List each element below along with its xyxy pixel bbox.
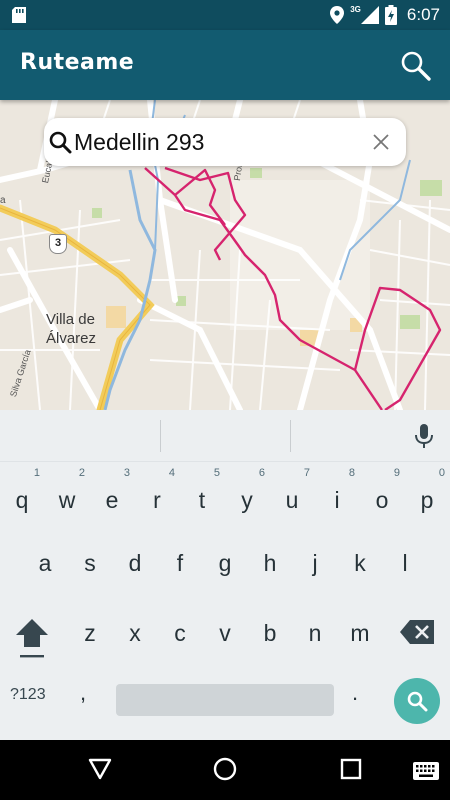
key-m[interactable]: m — [338, 605, 382, 661]
search-icon — [49, 131, 72, 154]
key-w[interactable]: 2w — [45, 467, 89, 528]
key-s[interactable]: s — [68, 535, 112, 591]
key-row-1: 1q2w3e4r5t6y7u8i9o0p — [0, 467, 450, 532]
suggestion-divider — [160, 420, 161, 452]
shift-icon[interactable] — [14, 617, 50, 661]
key-hint: 4 — [168, 467, 175, 479]
key-y[interactable]: 6y — [225, 467, 269, 528]
soft-keyboard: 1q2w3e4r5t6y7u8i9o0p asdfghjkl zxcvbnm ?… — [0, 410, 450, 740]
key-label: e — [105, 487, 119, 513]
key-hint: 9 — [393, 467, 400, 479]
key-label: y — [241, 487, 253, 513]
key-row-2: asdfghjkl — [0, 535, 450, 595]
key-label: p — [420, 487, 434, 513]
key-hint: 5 — [213, 467, 220, 479]
key-j[interactable]: j — [293, 535, 337, 591]
key-l[interactable]: l — [383, 535, 427, 591]
key-hint: 1 — [33, 467, 40, 479]
route-shield: 3 — [49, 234, 67, 254]
key-label: r — [153, 487, 161, 513]
key-row-3: zxcvbnm — [0, 605, 450, 665]
key-h[interactable]: h — [248, 535, 292, 591]
key-n[interactable]: n — [293, 605, 337, 661]
key-i[interactable]: 8i — [315, 467, 359, 528]
key-t[interactable]: 5t — [180, 467, 224, 528]
key-u[interactable]: 7u — [270, 467, 314, 528]
signal-icon — [360, 6, 379, 24]
key-label: u — [285, 487, 299, 513]
map-label-villa: Villa de Álvarez — [46, 311, 97, 347]
key-label: o — [375, 487, 389, 513]
search-icon[interactable] — [400, 50, 432, 82]
recents-icon[interactable] — [340, 758, 362, 780]
symbols-key[interactable]: ?123 — [10, 686, 56, 710]
key-label: q — [15, 487, 29, 513]
sd-card-icon — [12, 7, 26, 23]
key-r[interactable]: 4r — [135, 467, 179, 528]
microphone-icon[interactable] — [412, 422, 436, 450]
key-p[interactable]: 0p — [405, 467, 449, 528]
key-z[interactable]: z — [68, 605, 112, 661]
key-label: i — [334, 487, 340, 513]
backspace-icon[interactable] — [400, 618, 436, 646]
close-icon[interactable] — [372, 133, 390, 151]
key-label: t — [198, 487, 206, 513]
key-hint: 8 — [348, 467, 355, 479]
location-icon — [330, 6, 345, 24]
key-a[interactable]: a — [23, 535, 67, 591]
key-g[interactable]: g — [203, 535, 247, 591]
back-icon[interactable] — [88, 758, 112, 780]
key-hint: 0 — [438, 467, 445, 479]
search-action-key[interactable] — [394, 678, 440, 724]
keyboard-switch-icon[interactable] — [413, 762, 439, 780]
key-x[interactable]: x — [113, 605, 157, 661]
status-bar: 3G 6:07 — [0, 0, 450, 30]
network-type: 3G — [350, 4, 361, 14]
map-label-edge: a — [0, 195, 6, 206]
search-box — [44, 118, 406, 166]
key-d[interactable]: d — [113, 535, 157, 591]
key-o[interactable]: 9o — [360, 467, 404, 528]
key-b[interactable]: b — [248, 605, 292, 661]
key-e[interactable]: 3e — [90, 467, 134, 528]
search-icon — [407, 691, 428, 712]
key-hint: 7 — [303, 467, 310, 479]
period-key[interactable]: . — [352, 680, 372, 710]
key-hint: 3 — [123, 467, 130, 479]
suggestion-divider — [290, 420, 291, 452]
battery-icon — [384, 5, 397, 25]
key-k[interactable]: k — [338, 535, 382, 591]
key-hint: 2 — [78, 467, 85, 479]
search-input[interactable] — [74, 128, 354, 156]
app-title: Ruteame — [20, 50, 135, 75]
phone-screen: 3G 6:07 Ruteame 3 Villa de Álvarez Eucal… — [0, 0, 450, 800]
key-f[interactable]: f — [158, 535, 202, 591]
key-v[interactable]: v — [203, 605, 247, 661]
home-icon[interactable] — [213, 757, 237, 781]
key-q[interactable]: 1q — [0, 467, 44, 528]
suggestion-strip — [0, 410, 450, 462]
key-c[interactable]: c — [158, 605, 202, 661]
key-label: w — [58, 487, 76, 513]
key-hint: 6 — [258, 467, 265, 479]
space-bar[interactable] — [116, 684, 334, 716]
comma-key[interactable]: , — [80, 680, 100, 710]
app-bar: Ruteame — [0, 30, 450, 100]
navigation-bar — [0, 740, 450, 800]
clock: 6:07 — [406, 5, 440, 24]
